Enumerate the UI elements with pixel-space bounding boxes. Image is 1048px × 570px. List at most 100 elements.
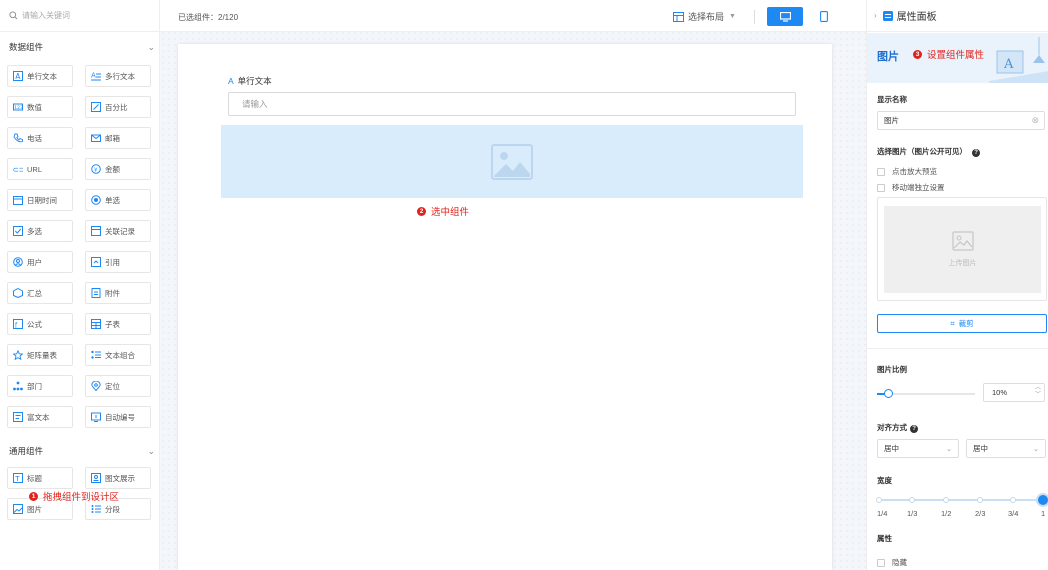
search-placeholder: 请输入关键词 <box>22 11 70 20</box>
component-tile-image-text[interactable]: 图文展示 <box>85 467 151 489</box>
text-field-input[interactable]: 请输入 <box>228 92 796 116</box>
crop-icon: ⌗ <box>950 318 955 328</box>
component-tile-multi-select[interactable]: 多选 <box>7 220 73 242</box>
component-tile-percent[interactable]: 百分比 <box>85 96 151 118</box>
component-tile-heading[interactable]: T 标题 <box>7 467 73 489</box>
data-group-header[interactable]: 数据组件 ⌄ <box>9 41 155 53</box>
width-slider[interactable] <box>876 495 1048 505</box>
radio-icon <box>91 195 101 205</box>
component-tile-label: 公式 <box>27 319 42 329</box>
number-icon: 123 <box>13 102 23 112</box>
component-tile-label: 标题 <box>27 473 42 483</box>
component-tile-label: 用户 <box>27 257 42 267</box>
clear-icon[interactable]: ⊗ <box>1031 115 1039 126</box>
component-tile-user[interactable]: 用户 <box>7 251 73 273</box>
mobile-settings-checkbox[interactable]: 移动端独立设置 <box>877 182 945 193</box>
component-tile-datetime[interactable]: 日期时间 <box>7 189 73 211</box>
component-tile-label: 邮箱 <box>105 133 120 143</box>
help-icon[interactable]: ? <box>972 149 981 157</box>
selected-image-component[interactable] <box>221 125 803 198</box>
textarea-icon: A <box>91 71 101 81</box>
desktop-view-button[interactable] <box>767 7 803 26</box>
layout-select[interactable]: 选择布局 ▼ <box>673 10 736 23</box>
image-ratio-slider[interactable] <box>877 389 975 398</box>
phone-icon <box>13 133 23 143</box>
component-tile-amount[interactable]: ¥ 金额 <box>85 158 151 180</box>
svg-text:ƒ: ƒ <box>14 322 18 329</box>
component-tile-auto-number[interactable]: 自动编号 <box>85 406 151 428</box>
svg-text:¥: ¥ <box>94 167 98 173</box>
component-tile-text-combo[interactable]: 文本组合 <box>85 344 151 366</box>
width-slider-stop[interactable] <box>977 497 983 503</box>
component-tile-single-line-text[interactable]: A 单行文本 <box>7 65 73 87</box>
collapse-caret-icon[interactable]: › <box>874 11 877 20</box>
component-tile-attachment[interactable]: 附件 <box>85 282 151 304</box>
mobile-view-button[interactable] <box>813 7 835 26</box>
component-tile-phone[interactable]: 电话 <box>7 127 73 149</box>
component-tile-label: 定位 <box>105 381 120 391</box>
component-tile-department[interactable]: 部门 <box>7 375 73 397</box>
align-horizontal-select[interactable]: 居中 ⌄ <box>877 439 959 458</box>
step-2-badge: 2 <box>417 206 426 216</box>
heading-icon: T <box>13 473 23 483</box>
property-panel: › 属性面板 图片 A 3 设置组件属性 显示名称 图片 ⊗ 选择图片（图片公开… <box>866 0 1048 570</box>
component-tile-location[interactable]: 定位 <box>85 375 151 397</box>
component-tile-number[interactable]: 123 数值 <box>7 96 73 118</box>
stepper-icon[interactable]: ︿ ﹀ <box>1035 385 1041 399</box>
zoom-preview-checkbox[interactable]: 点击放大预览 <box>877 166 937 177</box>
slider-handle[interactable] <box>884 389 893 398</box>
subtable-icon <box>91 319 101 329</box>
ratio-input[interactable]: 10% ︿ ﹀ <box>983 383 1045 402</box>
component-tile-label: 图片 <box>27 504 42 514</box>
width-slider-stop[interactable] <box>943 497 949 503</box>
component-tile-formula[interactable]: ƒ 公式 <box>7 313 73 335</box>
width-slider-handle[interactable] <box>1038 495 1048 505</box>
display-name-input[interactable]: 图片 ⊗ <box>877 111 1045 130</box>
crop-button[interactable]: ⌗ 裁剪 <box>877 314 1047 333</box>
component-tile-label: 数值 <box>27 102 42 112</box>
banner-illustration-icon: A <box>989 37 1048 83</box>
checkbox-box[interactable] <box>877 167 885 176</box>
component-tile-label: 文本组合 <box>105 350 135 360</box>
panel-icon <box>882 10 893 21</box>
combo-icon <box>91 350 101 360</box>
component-tile-subtable[interactable]: 子表 <box>85 313 151 335</box>
canvas-toolbar: 已选组件：2/120 选择布局 ▼ <box>160 0 866 32</box>
width-tick-label: 3/4 <box>1008 509 1019 518</box>
component-tile-radio[interactable]: 单选 <box>85 189 151 211</box>
component-tile-label: URL <box>27 164 43 174</box>
width-slider-stop[interactable] <box>1010 497 1016 503</box>
component-tile-linked-record[interactable]: 关联记录 <box>85 220 151 242</box>
search-input[interactable]: 请输入关键词 <box>0 0 160 32</box>
chevron-down-icon: ⌄ <box>147 445 155 456</box>
component-tile-label: 部门 <box>27 381 42 391</box>
help-icon[interactable]: ? <box>910 425 919 433</box>
component-tile-label: 汇总 <box>27 288 42 298</box>
component-tile-matrix-scale[interactable]: 矩阵量表 <box>7 344 73 366</box>
component-tile-label: 百分比 <box>105 102 128 112</box>
component-tile-reference[interactable]: 引用 <box>85 251 151 273</box>
text-field-label[interactable]: A 单行文本 <box>228 75 272 87</box>
component-tile-url[interactable]: ⊂⊃ URL <box>7 158 73 180</box>
hidden-checkbox[interactable]: 隐藏 <box>877 557 907 568</box>
star-icon <box>13 350 23 360</box>
attach-icon <box>91 288 101 298</box>
general-group-header[interactable]: 通用组件 ⌄ <box>9 445 155 457</box>
image-icon <box>951 231 974 251</box>
component-tile-email[interactable]: 邮箱 <box>85 127 151 149</box>
checkbox-box[interactable] <box>877 183 885 192</box>
component-tile-multi-line-text[interactable]: A 多行文本 <box>85 65 151 87</box>
quote-icon <box>91 257 101 267</box>
image-upload-area[interactable]: 上传图片 <box>877 197 1047 301</box>
attributes-label: 属性 <box>877 534 892 543</box>
align-vertical-select[interactable]: 居中 ⌄ <box>966 439 1046 458</box>
upload-dropzone[interactable]: 上传图片 <box>884 206 1041 293</box>
user-icon <box>13 257 23 267</box>
width-slider-stop[interactable] <box>876 497 882 503</box>
width-slider-stop[interactable] <box>909 497 915 503</box>
caret-down-icon: ▼ <box>729 13 736 20</box>
component-tile-rich-text[interactable]: 富文本 <box>7 406 73 428</box>
width-tick-label: 1 <box>1041 509 1046 518</box>
checkbox-box[interactable] <box>877 558 885 567</box>
component-tile-summary[interactable]: 汇总 <box>7 282 73 304</box>
